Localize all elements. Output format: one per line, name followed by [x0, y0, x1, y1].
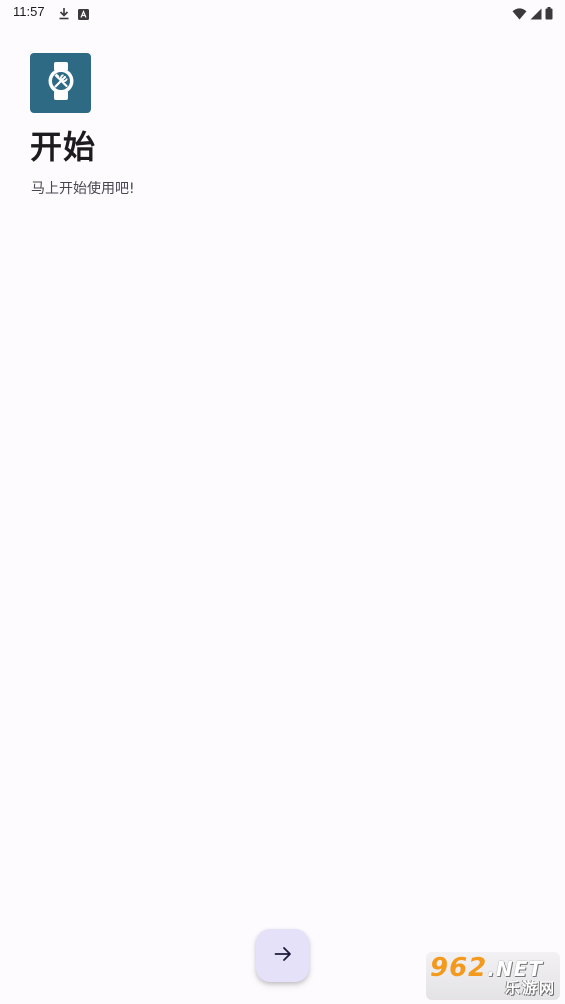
- download-icon: [58, 5, 70, 24]
- app-icon: [30, 53, 91, 113]
- watch-tools-icon: [43, 61, 79, 105]
- battery-icon: [545, 5, 553, 24]
- next-button[interactable]: [256, 929, 309, 982]
- page-subtitle: 马上开始使用吧!: [31, 181, 135, 197]
- status-left-icons: [58, 5, 89, 24]
- status-time: 11:57: [13, 4, 45, 19]
- wifi-icon: [512, 5, 527, 24]
- status-bar: 11:57: [0, 0, 565, 24]
- page-title: 开始: [30, 128, 97, 166]
- status-right-icons: [512, 5, 553, 24]
- keyboard-a-icon: [78, 5, 89, 24]
- watermark-tagline: 乐游网: [504, 979, 556, 997]
- signal-icon: [530, 5, 542, 24]
- watermark-logo: 962.NET 乐游网: [426, 952, 560, 1000]
- watermark-number: 962: [430, 953, 488, 983]
- arrow-right-icon: [274, 946, 292, 966]
